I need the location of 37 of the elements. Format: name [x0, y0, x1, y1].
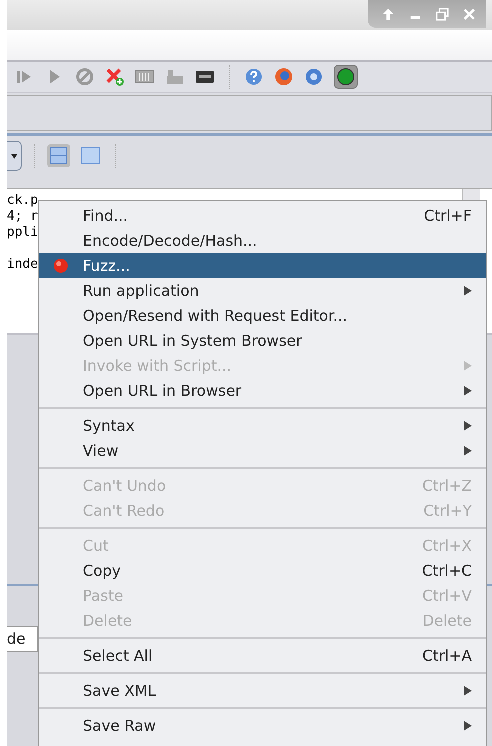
menu-item[interactable]: Copy Ctrl+C	[39, 558, 486, 583]
text-field[interactable]: de	[7, 626, 38, 652]
menu-item[interactable]: Open/Resend with Request Editor...	[39, 303, 486, 328]
restore-icon[interactable]	[436, 8, 449, 20]
split-view-icon[interactable]	[47, 144, 71, 168]
menu-item[interactable]: Encode/Decode/Hash...	[39, 228, 486, 253]
submenu-arrow-icon	[464, 386, 472, 396]
caret-icon	[10, 154, 18, 158]
menu-item[interactable]: Run application	[39, 278, 486, 303]
close-icon[interactable]	[463, 8, 476, 20]
dropdown-button[interactable]	[7, 141, 22, 171]
menu-item[interactable]: Syntax	[39, 413, 486, 438]
menu-item[interactable]: Open URL in System Browser	[39, 328, 486, 353]
submenu-arrow-icon	[464, 686, 472, 696]
menu-item[interactable]: Save Raw	[39, 713, 486, 738]
menu-item[interactable]: Find... Ctrl+F	[39, 203, 486, 228]
menu-item[interactable]: View	[39, 438, 486, 463]
menu-item[interactable]: Open URL in Browser	[39, 378, 486, 403]
submenu-arrow-icon	[464, 446, 472, 456]
submenu-arrow-icon	[464, 720, 472, 730]
code-line: inde	[7, 257, 38, 273]
submenu-arrow-icon	[464, 286, 472, 296]
browser-icon[interactable]	[304, 67, 324, 87]
menu-item[interactable]: Fuzz...	[39, 253, 486, 278]
cross-plus-icon[interactable]	[105, 67, 125, 87]
help-icon[interactable]	[244, 67, 264, 87]
up-arrow-icon[interactable]	[382, 8, 395, 20]
stop-icon[interactable]	[75, 67, 95, 87]
code-line: ppli	[7, 225, 38, 241]
menu-item[interactable]: Save XML	[39, 678, 486, 703]
menu-item[interactable]: Select All Ctrl+A	[39, 643, 486, 668]
status-light-icon[interactable]	[334, 65, 358, 89]
submenu-arrow-icon	[464, 360, 472, 370]
code-line: ck.p	[7, 193, 38, 209]
submenu-arrow-icon	[464, 420, 472, 430]
code-line: 4; r	[7, 209, 38, 225]
burst-icon	[53, 258, 69, 274]
